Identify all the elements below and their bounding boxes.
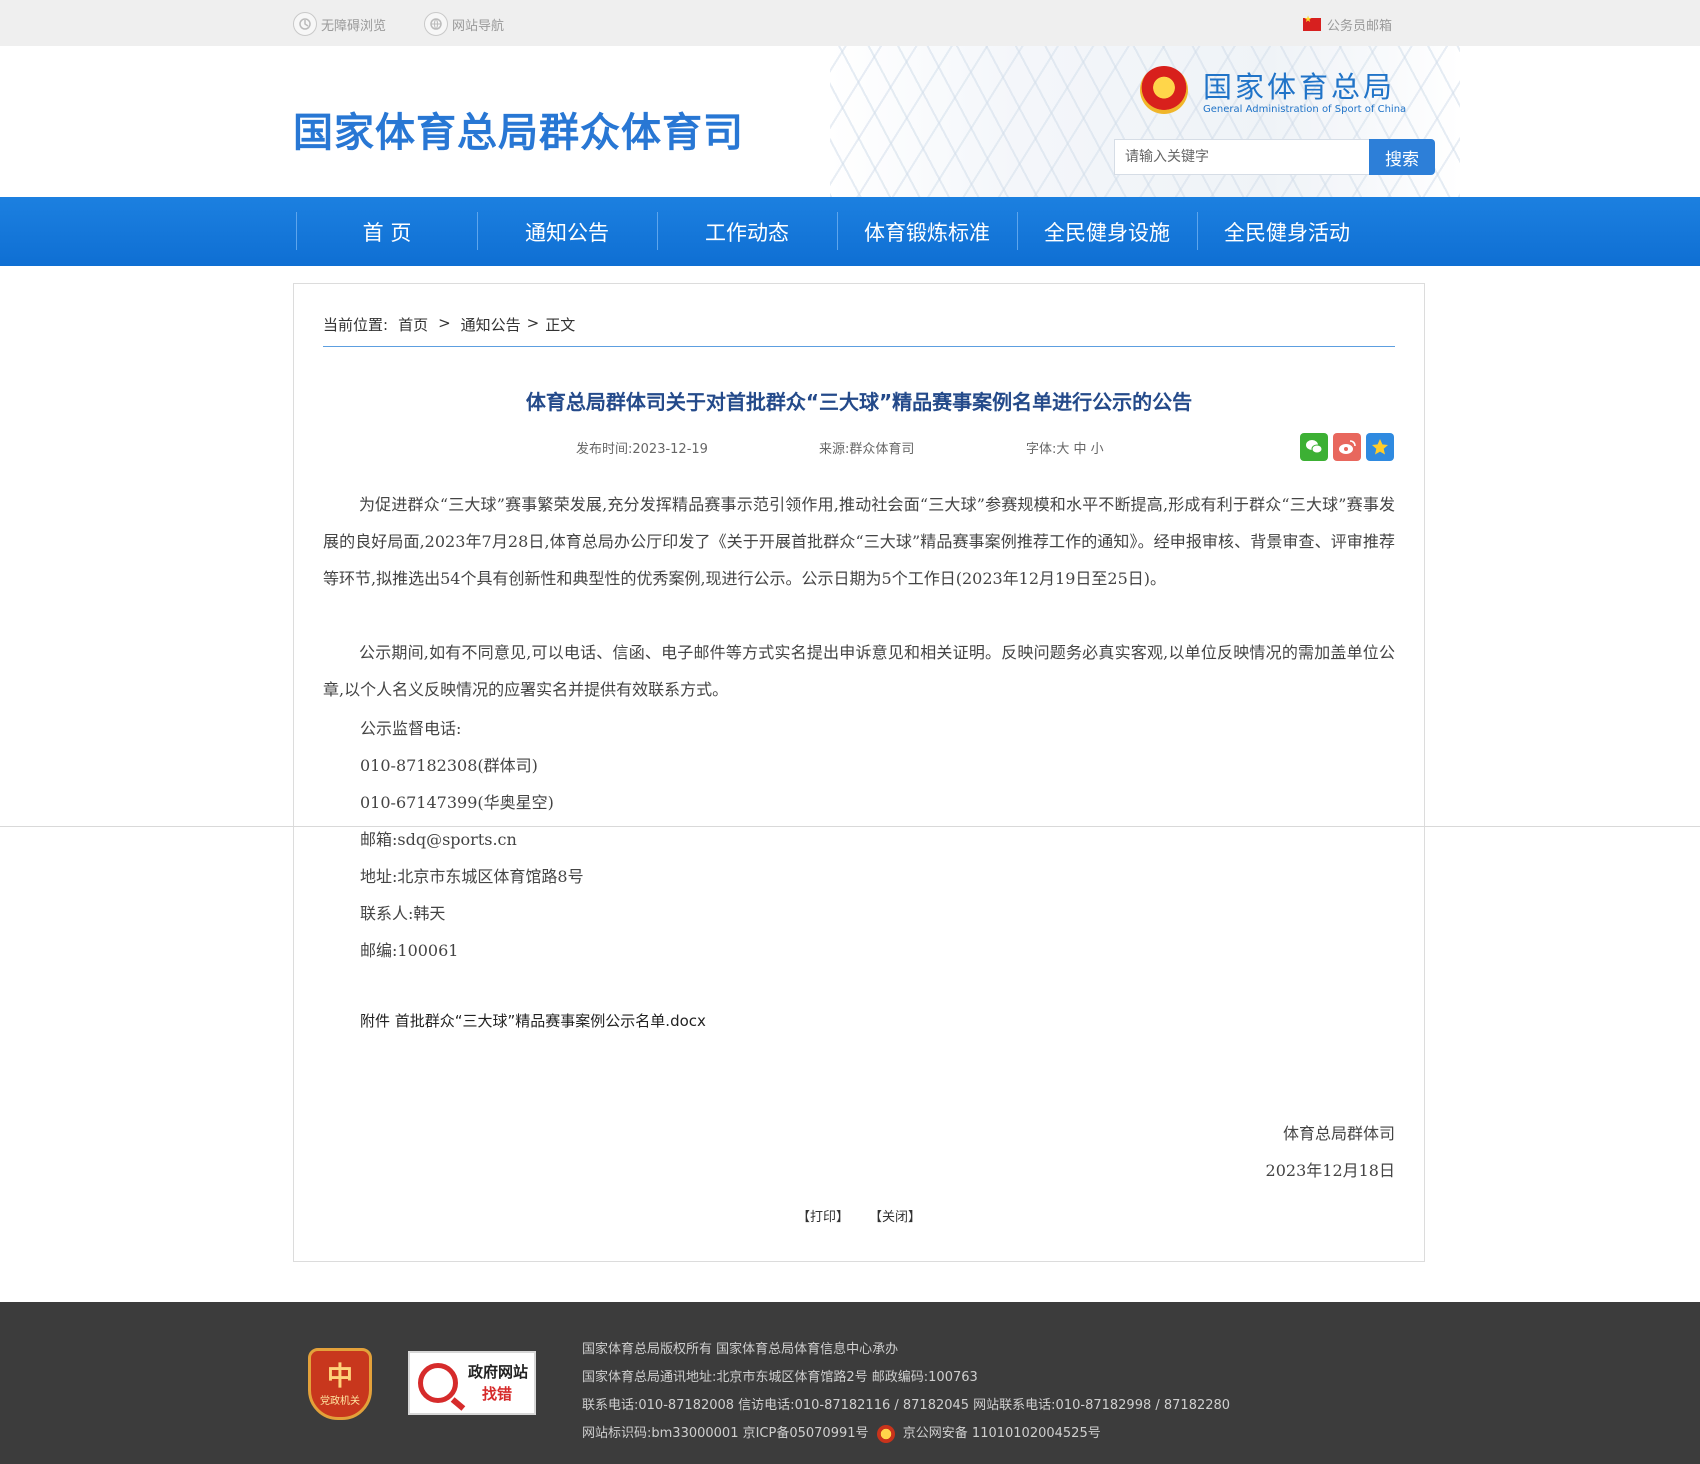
attachment-link[interactable]: 附件 首批群众“三大球”精品赛事案例公示名单.docx: [360, 1010, 706, 1031]
breadcrumb-underline: [323, 346, 1395, 347]
police-badge-icon: [876, 1424, 895, 1443]
accessibility-link[interactable]: 无障碍浏览: [293, 12, 386, 36]
breadcrumb-separator: >: [526, 314, 540, 332]
breadcrumb-prefix: 当前位置:: [323, 316, 389, 334]
top-utility-bar: 无障碍浏览 网站导航 公务员邮箱: [0, 0, 1700, 46]
search-input[interactable]: [1114, 139, 1369, 175]
breadcrumb-current: 正文: [545, 316, 576, 334]
article-paragraph: 为促进群众“三大球”赛事繁荣发展,充分发挥精品赛事示范引领作用,推动社会面“三大…: [323, 495, 1395, 588]
gov-website-error-report-badge[interactable]: 政府网站 找错: [408, 1351, 536, 1415]
gov-badge-line1: 政府网站: [468, 1363, 529, 1381]
nav-item-fitness-activities[interactable]: 全民健身活动: [1197, 197, 1377, 266]
contact-line: 地址:北京市东城区体育馆路8号: [360, 867, 584, 886]
footer-registration: 网站标识码:bm33000001 京ICP备05070991号 京公网安备 11…: [582, 1422, 1101, 1443]
search-button[interactable]: 搜索: [1369, 139, 1435, 175]
contact-line: 公示监督电话:: [360, 719, 462, 738]
contact-line: 邮箱:sdq@sports.cn: [360, 830, 517, 849]
footer-phones: 联系电话:010-87182008 信访电话:010-87182116 / 87…: [582, 1398, 1231, 1413]
page-divider-line: [0, 826, 1700, 827]
breadcrumb-notices[interactable]: 通知公告: [461, 314, 521, 335]
nav-item-fitness-standards[interactable]: 体育锻炼标准: [837, 197, 1017, 266]
breadcrumb: 当前位置: 首页 > 通知公告 > 正文: [323, 314, 585, 335]
article-source: 来源:群众体育司: [819, 442, 915, 457]
national-emblem-icon: [1140, 66, 1188, 114]
article-title: 体育总局群体司关于对首批群众“三大球”精品赛事案例名单进行公示的公告: [525, 390, 1193, 414]
article-paragraph: 公示期间,如有不同意见,可以电话、信函、电子邮件等方式实名提出申诉意见和相关证明…: [323, 643, 1395, 699]
nav-item-home[interactable]: 首 页: [297, 197, 477, 266]
party-badge-icon: 中: [326, 1361, 353, 1392]
breadcrumb-separator: >: [438, 314, 451, 332]
accessibility-icon: [293, 12, 317, 36]
party-government-badge[interactable]: 中 党政机关: [308, 1348, 372, 1420]
close-button[interactable]: 【关闭】: [869, 1206, 921, 1225]
site-header: 国家体育总局群众体育司 国家体育总局 General Administratio…: [0, 46, 1700, 197]
nav-item-notices[interactable]: 通知公告: [477, 197, 657, 266]
publish-date: 发布时间:2023-12-19: [576, 442, 708, 457]
gov-badge-text: 政府网站 找错: [468, 1361, 528, 1405]
org-name-cn: 国家体育总局: [1203, 70, 1396, 104]
footer-police-record[interactable]: 京公网安备 11010102004525号: [903, 1426, 1101, 1441]
signature-date: 2023年12月18日: [1265, 1161, 1395, 1180]
contact-line: 联系人:韩天: [360, 904, 446, 923]
nav-item-news[interactable]: 工作动态: [657, 197, 837, 266]
main-nav: 首 页 通知公告 工作动态 体育锻炼标准 全民健身设施 全民健身活动: [0, 197, 1700, 266]
sitemap-icon: [424, 12, 448, 36]
party-badge-label: 党政机关: [320, 1395, 360, 1407]
mail-label: 公务员邮箱: [1327, 18, 1393, 34]
breadcrumb-home[interactable]: 首页: [398, 314, 428, 335]
qzone-share-icon[interactable]: [1366, 433, 1394, 461]
gov-badge-line2: 找错: [482, 1385, 513, 1403]
site-footer: 中 党政机关 政府网站 找错 国家体育总局版权所有 国家体育总局体育信息中心承办…: [0, 1302, 1700, 1464]
site-title: 国家体育总局群众体育司: [293, 110, 744, 156]
civil-servant-mail-link[interactable]: 公务员邮箱: [1303, 12, 1392, 36]
magnifier-icon: [418, 1363, 458, 1403]
accessibility-label: 无障碍浏览: [321, 18, 387, 34]
site-nav-label: 网站导航: [452, 18, 505, 34]
weibo-share-icon[interactable]: [1333, 433, 1361, 461]
nav-item-fitness-facilities[interactable]: 全民健身设施: [1017, 197, 1197, 266]
contact-line: 邮编:100061: [360, 941, 459, 960]
footer-address: 国家体育总局通讯地址:北京市东城区体育馆路2号 邮政编码:100763: [582, 1370, 978, 1385]
wechat-share-icon[interactable]: [1300, 433, 1328, 461]
flag-icon: [1303, 15, 1321, 31]
footer-icp[interactable]: 网站标识码:bm33000001 京ICP备05070991号: [582, 1426, 869, 1441]
contact-line: 010-87182308(群体司): [360, 756, 538, 775]
font-size-switcher[interactable]: 字体:大 中 小: [1026, 438, 1104, 457]
contact-line: 010-67147399(华奥星空): [360, 793, 554, 812]
footer-copyright: 国家体育总局版权所有 国家体育总局体育信息中心承办: [582, 1342, 899, 1357]
signature-org: 体育总局群体司: [1282, 1124, 1395, 1143]
print-button[interactable]: 【打印】: [797, 1206, 849, 1225]
org-name-en: General Administration of Sport of China: [1203, 104, 1407, 115]
site-nav-link[interactable]: 网站导航: [424, 12, 504, 36]
